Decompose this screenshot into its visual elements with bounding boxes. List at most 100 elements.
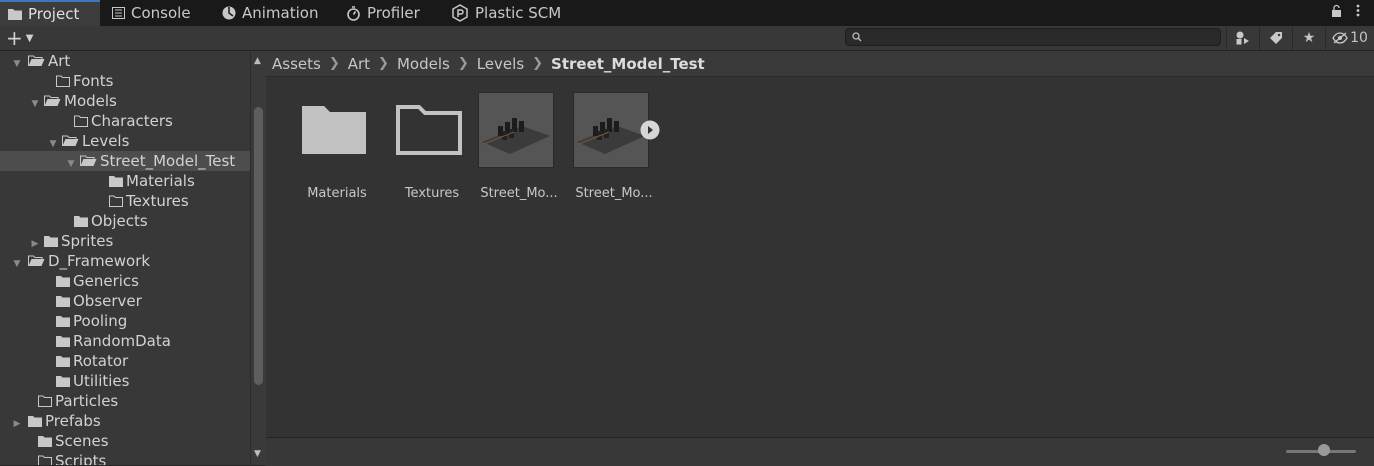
- project-toolbar: + ▼ ★ 10: [0, 26, 1374, 51]
- tree-item-label: Textures: [126, 192, 189, 210]
- folder-open-icon: [62, 135, 79, 146]
- tab-plastic-scm-label: Plastic SCM: [475, 4, 562, 22]
- tree-item-label: Objects: [91, 212, 148, 230]
- star-icon: ★: [1302, 30, 1316, 46]
- breadcrumb-item-art[interactable]: Art: [348, 55, 370, 73]
- asset-browser: Assets ❯ Art ❯ Models ❯ Levels ❯ Street_Mode…: [266, 51, 1374, 466]
- folder-icon: [38, 436, 52, 447]
- asset-textures-folder[interactable]: Textures: [383, 92, 469, 201]
- tree-item-prefabs[interactable]: ▶ Prefabs: [0, 411, 250, 431]
- tree-item-generics[interactable]: Generics: [0, 271, 250, 291]
- folder-open-icon: [28, 55, 45, 66]
- folder-empty-icon: [38, 455, 52, 465]
- folder-empty-icon: [396, 105, 462, 155]
- tree-item-d-framework[interactable]: ▼ D_Framework: [0, 251, 250, 271]
- collapse-arrow-icon[interactable]: ▶: [30, 239, 40, 249]
- breadcrumb-current[interactable]: Street_Model_Test: [551, 55, 705, 73]
- slider-handle[interactable]: [1318, 444, 1330, 456]
- search-box[interactable]: [845, 28, 1221, 47]
- tree-item-label: RandomData: [73, 332, 171, 350]
- tab-profiler[interactable]: Profiler: [346, 0, 420, 26]
- folder-icon: [28, 416, 42, 427]
- folder-icon: [56, 316, 70, 327]
- breadcrumb-item-levels[interactable]: Levels: [477, 55, 524, 73]
- search-by-label-button[interactable]: [1259, 26, 1292, 50]
- tree-item-randomdata[interactable]: RandomData: [0, 331, 250, 351]
- tree-item-label: Rotator: [73, 352, 129, 370]
- tab-plastic-scm[interactable]: Plastic SCM: [451, 0, 561, 26]
- expand-arrow-icon[interactable]: ▼: [30, 99, 40, 109]
- expand-arrow-icon[interactable]: ▼: [12, 59, 22, 69]
- tree-item-label: Scenes: [55, 432, 109, 450]
- lock-icon[interactable]: [1331, 4, 1342, 17]
- hidden-packages-button[interactable]: 10: [1325, 26, 1374, 50]
- tree-scrollbar[interactable]: ▲ ▼: [250, 51, 266, 465]
- create-dropdown-button[interactable]: + ▼: [6, 28, 33, 48]
- expand-play-icon[interactable]: [640, 120, 660, 140]
- search-icon: [852, 32, 862, 42]
- tree-item-rotator[interactable]: Rotator: [0, 351, 250, 371]
- tab-animation[interactable]: Animation: [222, 0, 318, 26]
- favorites-button[interactable]: ★: [1292, 26, 1325, 50]
- plus-icon: +: [6, 26, 23, 50]
- scroll-down-arrow-icon[interactable]: ▼: [254, 449, 261, 459]
- tree-item-label: Observer: [73, 292, 142, 310]
- tree-item-sprites[interactable]: ▶ Sprites: [0, 231, 250, 251]
- tree-item-label: Scripts: [55, 452, 107, 465]
- tree-item-label: Art: [48, 52, 71, 70]
- folder-icon: [56, 356, 70, 367]
- tree-item-observer[interactable]: Observer: [0, 291, 250, 311]
- tree-item-scenes[interactable]: Scenes: [0, 431, 250, 451]
- folder-icon: [56, 276, 70, 287]
- tab-project[interactable]: Project: [0, 0, 100, 26]
- tab-console[interactable]: Console: [112, 0, 191, 26]
- tree-item-pooling[interactable]: Pooling: [0, 311, 250, 331]
- asset-street-model-2[interactable]: Street_Mo...: [565, 92, 660, 201]
- tree-item-street-model-test[interactable]: ▼ Street_Model_Test: [0, 151, 250, 171]
- expand-arrow-icon[interactable]: ▼: [66, 159, 76, 169]
- asset-street-model-1[interactable]: Street_Mo...: [470, 92, 558, 201]
- tree-item-textures[interactable]: Textures: [0, 191, 250, 211]
- asset-label: Textures: [404, 186, 460, 201]
- tree-item-models[interactable]: ▼ Models: [0, 91, 250, 111]
- asset-grid: Materials Textures Street_Mo... Street_M…: [266, 78, 1374, 438]
- tree-item-label: Materials: [126, 172, 195, 190]
- more-options-icon[interactable]: [1356, 4, 1360, 17]
- scrollbar-thumb[interactable]: [254, 107, 263, 385]
- breadcrumb-item-models[interactable]: Models: [397, 55, 450, 73]
- tree-item-art[interactable]: ▼ Art: [0, 51, 250, 71]
- folder-open-icon: [44, 95, 61, 106]
- tree-item-characters[interactable]: Characters: [0, 111, 250, 131]
- project-folder-tree: ▼ Art Fonts ▼ Models Characters ▼ Levels…: [0, 51, 250, 465]
- tab-animation-label: Animation: [242, 4, 319, 22]
- folder-icon: [302, 106, 366, 154]
- folder-icon: [56, 336, 70, 347]
- asset-label: Street_Mo...: [575, 186, 653, 201]
- tab-console-label: Console: [131, 4, 191, 22]
- model-preview-thumbnail: [573, 92, 649, 168]
- tree-item-levels[interactable]: ▼ Levels: [0, 131, 250, 151]
- tree-item-objects[interactable]: Objects: [0, 211, 250, 231]
- tree-item-materials[interactable]: Materials: [0, 171, 250, 191]
- tree-item-scripts[interactable]: Scripts: [0, 451, 250, 465]
- console-icon: [112, 7, 125, 19]
- scroll-up-arrow-icon[interactable]: ▲: [254, 56, 261, 66]
- breadcrumb-item-assets[interactable]: Assets: [272, 55, 321, 73]
- chevron-down-icon: ▼: [25, 32, 34, 44]
- folder-icon: [74, 216, 88, 227]
- hidden-packages-count: 10: [1350, 30, 1368, 46]
- expand-arrow-icon[interactable]: ▼: [12, 259, 22, 269]
- search-by-type-button[interactable]: [1226, 26, 1259, 50]
- tree-item-particles[interactable]: Particles: [0, 391, 250, 411]
- tree-item-label: Models: [64, 92, 117, 110]
- collapse-arrow-icon[interactable]: ▶: [12, 419, 22, 429]
- tree-item-fonts[interactable]: Fonts: [0, 71, 250, 91]
- tree-item-label: D_Framework: [48, 252, 151, 270]
- search-input[interactable]: [866, 29, 1220, 47]
- folder-empty-icon: [38, 395, 52, 407]
- tree-item-utilities[interactable]: Utilities: [0, 371, 250, 391]
- expand-arrow-icon[interactable]: ▼: [48, 139, 58, 149]
- asset-materials-folder[interactable]: Materials: [288, 92, 374, 201]
- chevron-right-icon: ❯: [378, 56, 389, 71]
- tree-item-label: Levels: [82, 132, 130, 150]
